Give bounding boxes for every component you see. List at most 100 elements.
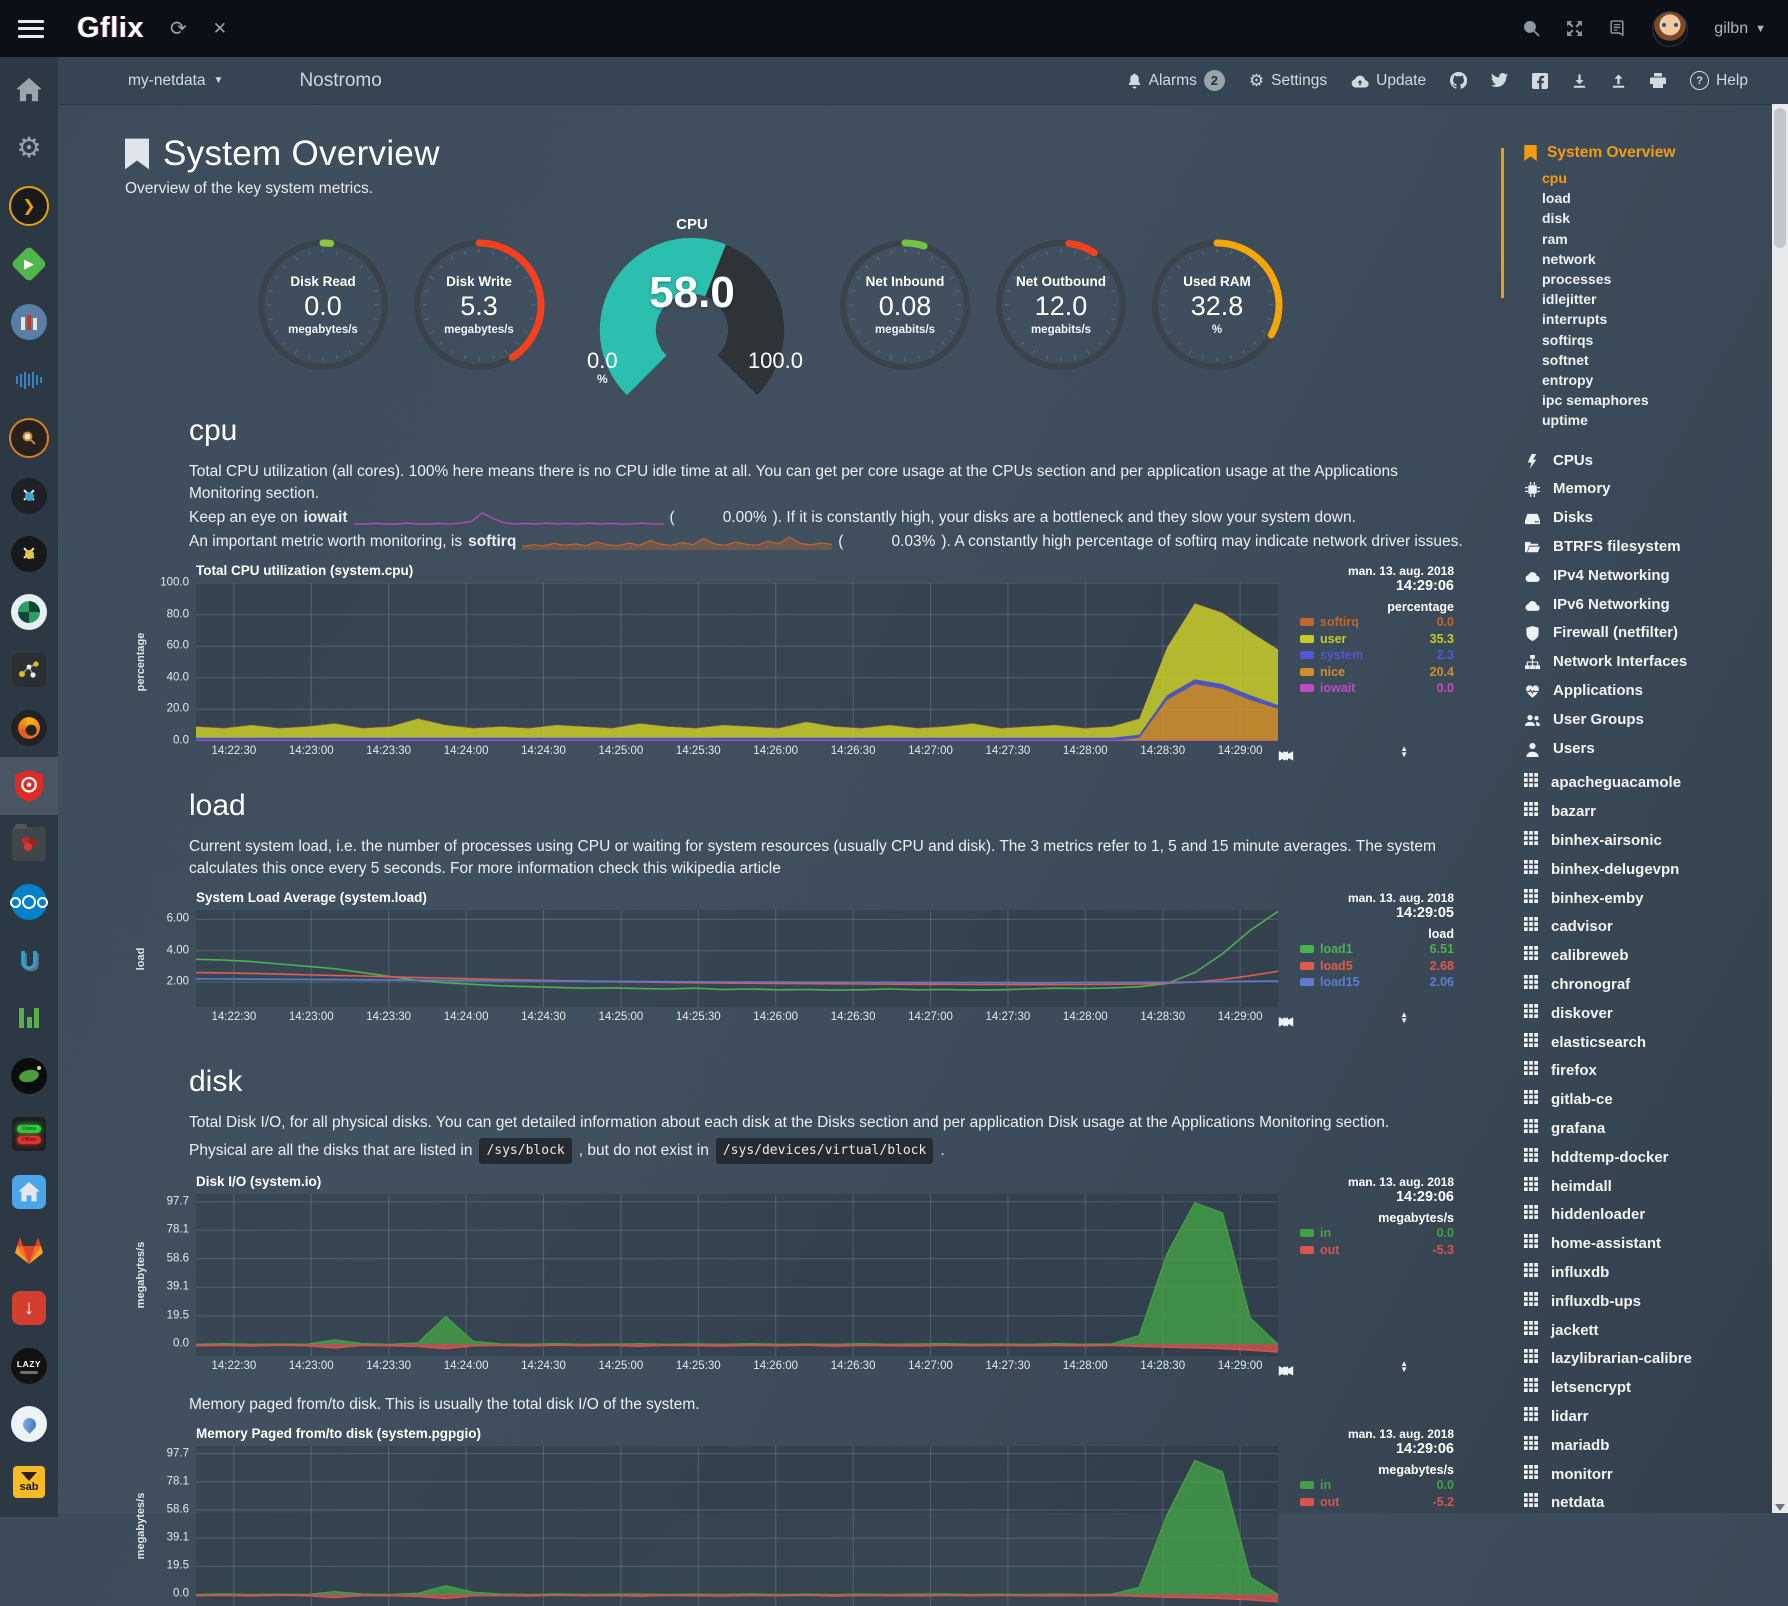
facebook-icon[interactable] bbox=[1532, 73, 1572, 89]
sidebar-section-network-interfaces[interactable]: Network Interfaces bbox=[1524, 648, 1772, 677]
sidebar-app-binhex-delugevpn[interactable]: binhex-delugevpn bbox=[1524, 856, 1772, 885]
sidebar-app-cadvisor[interactable]: cadvisor bbox=[1524, 913, 1772, 942]
sidebar-subitem-ram[interactable]: ram bbox=[1542, 229, 1772, 249]
server-dropdown[interactable]: my-netdata ▼ bbox=[128, 72, 223, 90]
changelog-icon[interactable] bbox=[1609, 20, 1626, 37]
gauge-disk-read[interactable]: Disk Read 0.0 megabytes/s bbox=[253, 235, 393, 375]
sidebar-sabnzbd-icon[interactable]: sab bbox=[0, 1453, 58, 1511]
sidebar-app-grafana[interactable]: grafana bbox=[1524, 1115, 1772, 1144]
twitter-icon[interactable] bbox=[1491, 73, 1532, 88]
sidebar-app-jackett[interactable]: jackett bbox=[1524, 1317, 1772, 1346]
scrollbar[interactable] bbox=[1772, 104, 1788, 1513]
sidebar-gear-icon[interactable]: ⚙ bbox=[0, 119, 58, 177]
sidebar-deluge-icon[interactable] bbox=[0, 1395, 58, 1453]
legend-user[interactable]: user35.3 bbox=[1300, 631, 1454, 648]
sidebar-app-lidarr[interactable]: lidarr bbox=[1524, 1403, 1772, 1432]
sidebar-app-calibreweb[interactable]: calibreweb bbox=[1524, 942, 1772, 971]
legend-out[interactable]: out-5.2 bbox=[1300, 1494, 1454, 1511]
softirq-sparkline[interactable] bbox=[522, 534, 832, 550]
sidebar-lilypad-icon[interactable] bbox=[0, 1047, 58, 1105]
sidebar-plex-icon[interactable]: ❯ bbox=[0, 177, 58, 235]
sidebar-subitem-uptime[interactable]: uptime bbox=[1542, 410, 1772, 430]
fullscreen-icon[interactable] bbox=[1566, 20, 1583, 37]
sidebar-section-ipv6-networking[interactable]: IPv6 Networking bbox=[1524, 591, 1772, 620]
sidebar-app-lazylibrarian-calibre[interactable]: lazylibrarian-calibre bbox=[1524, 1345, 1772, 1374]
chart-plot[interactable] bbox=[196, 1446, 1278, 1606]
gauge-disk-write[interactable]: Disk Write 5.3 megabytes/s bbox=[409, 235, 549, 375]
sidebar-section-user-groups[interactable]: User Groups bbox=[1524, 706, 1772, 735]
sidebar-grapes-folder-icon[interactable] bbox=[0, 815, 58, 873]
sidebar-subitem-load[interactable]: load bbox=[1542, 188, 1772, 208]
sidebar-download-red-icon[interactable]: ↓ bbox=[0, 1279, 58, 1337]
legend-softirq[interactable]: softirq0.0 bbox=[1300, 614, 1454, 631]
sidebar-subitem-interrupts[interactable]: interrupts bbox=[1542, 309, 1772, 329]
scrollbar-down-arrow[interactable] bbox=[1775, 1504, 1785, 1511]
hamburger-menu-button[interactable] bbox=[18, 20, 44, 38]
legend-load15[interactable]: load152.06 bbox=[1300, 974, 1454, 991]
chart-resize-handle[interactable]: ▲▼ bbox=[1278, 1007, 1454, 1029]
sidebar-section-ipv4-networking[interactable]: IPv4 Networking bbox=[1524, 562, 1772, 591]
alarms-button[interactable]: Alarms 2 bbox=[1127, 70, 1249, 91]
settings-button[interactable]: ⚙ Settings bbox=[1249, 72, 1351, 90]
sidebar-subitem-softirqs[interactable]: softirqs bbox=[1542, 330, 1772, 350]
sidebar-app-home-assistant[interactable]: home-assistant bbox=[1524, 1230, 1772, 1259]
github-icon[interactable] bbox=[1450, 72, 1491, 89]
sidebar-molecule-icon[interactable] bbox=[0, 641, 58, 699]
sidebar-app-netdata[interactable]: netdata bbox=[1524, 1489, 1772, 1518]
legend-in[interactable]: in0.0 bbox=[1300, 1477, 1454, 1494]
legend-load1[interactable]: load16.51 bbox=[1300, 941, 1454, 958]
user-avatar[interactable] bbox=[1652, 11, 1688, 47]
close-icon[interactable]: ✕ bbox=[213, 20, 227, 37]
sidebar-gitlab-icon[interactable] bbox=[0, 1221, 58, 1279]
sidebar-section-applications[interactable]: Applications bbox=[1524, 677, 1772, 706]
sidebar-library-icon[interactable] bbox=[0, 293, 58, 351]
sidebar-app-chronograf[interactable]: chronograf bbox=[1524, 971, 1772, 1000]
sidebar-app-monitorr[interactable]: monitorr bbox=[1524, 1461, 1772, 1490]
sidebar-emby-icon[interactable]: ▶ bbox=[0, 235, 58, 293]
chart-plot[interactable] bbox=[196, 1194, 1278, 1356]
legend-load5[interactable]: load52.68 bbox=[1300, 958, 1454, 975]
legend-iowait[interactable]: iowait0.0 bbox=[1300, 680, 1454, 697]
update-button[interactable]: Update bbox=[1351, 72, 1450, 90]
sidebar-nextcloud-icon[interactable] bbox=[0, 873, 58, 931]
sidebar-unifi-icon[interactable]: U bbox=[0, 931, 58, 989]
sidebar-subitem-processes[interactable]: processes bbox=[1542, 269, 1772, 289]
sidebar-section-memory[interactable]: Memory bbox=[1524, 475, 1772, 504]
sidebar-app-hiddenloader[interactable]: hiddenloader bbox=[1524, 1201, 1772, 1230]
gauge-used-ram[interactable]: Used RAM 32.8 % bbox=[1147, 235, 1287, 375]
refresh-icon[interactable]: ⟳ bbox=[170, 19, 187, 39]
sidebar-jackett-icon[interactable] bbox=[0, 409, 58, 467]
sidebar-app-binhex-emby[interactable]: binhex-emby bbox=[1524, 885, 1772, 914]
app-logo[interactable]: Gflix bbox=[77, 12, 144, 45]
user-menu[interactable]: gilbn ▼ bbox=[1714, 20, 1766, 38]
sidebar-lazylibrarian-icon[interactable]: LAZY bbox=[0, 1337, 58, 1395]
sidebar-app-letsencrypt[interactable]: letsencrypt bbox=[1524, 1374, 1772, 1403]
sidebar-unraid-icon[interactable] bbox=[0, 989, 58, 1047]
search-icon[interactable] bbox=[1523, 20, 1540, 37]
sidebar-home-assistant-icon[interactable] bbox=[0, 1163, 58, 1221]
sidebar-app-elasticsearch[interactable]: elasticsearch bbox=[1524, 1029, 1772, 1058]
sidebar-monitorr-icon[interactable]: OnlineOffline bbox=[0, 1105, 58, 1163]
sidebar-section-disks[interactable]: Disks bbox=[1524, 504, 1772, 533]
sidebar-home-icon[interactable] bbox=[0, 61, 58, 119]
sidebar-x-yellow-icon[interactable]: ✕ bbox=[0, 525, 58, 583]
legend-nice[interactable]: nice20.4 bbox=[1300, 664, 1454, 681]
sidebar-section-btrfs-filesystem[interactable]: BTRFS filesystem bbox=[1524, 533, 1772, 562]
sidebar-app-hddtemp-docker[interactable]: hddtemp-docker bbox=[1524, 1144, 1772, 1173]
sidebar-subitem-cpu[interactable]: cpu bbox=[1542, 168, 1772, 188]
sidebar-subitem-network[interactable]: network bbox=[1542, 249, 1772, 269]
chart-plot[interactable] bbox=[196, 583, 1278, 741]
sidebar-app-bazarr[interactable]: bazarr bbox=[1524, 798, 1772, 827]
download-icon[interactable] bbox=[1572, 73, 1611, 89]
sidebar-red-shield-icon[interactable] bbox=[0, 757, 58, 815]
upload-icon[interactable] bbox=[1611, 73, 1650, 89]
legend-system[interactable]: system2.3 bbox=[1300, 647, 1454, 664]
chart-plot[interactable] bbox=[196, 910, 1278, 1007]
sidebar-app-influxdb-ups[interactable]: influxdb-ups bbox=[1524, 1288, 1772, 1317]
scrollbar-thumb[interactable] bbox=[1774, 108, 1786, 248]
gauge-net-inbound[interactable]: Net Inbound 0.08 megabits/s bbox=[835, 235, 975, 375]
sidebar-subitem-softnet[interactable]: softnet bbox=[1542, 350, 1772, 370]
sidebar-subitem-ipc-semaphores[interactable]: ipc semaphores bbox=[1542, 390, 1772, 410]
sidebar-section-users[interactable]: Users bbox=[1524, 735, 1772, 764]
sidebar-subitem-idlejitter[interactable]: idlejitter bbox=[1542, 289, 1772, 309]
